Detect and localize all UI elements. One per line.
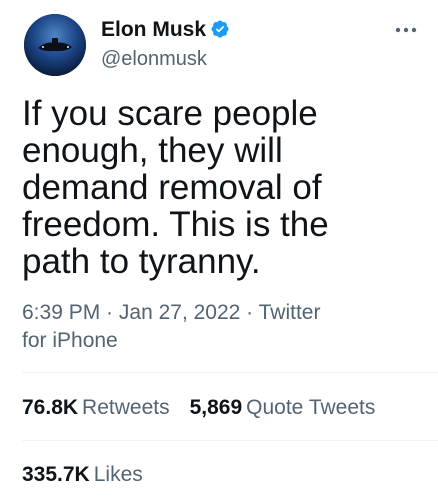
avatar-image [24,14,86,76]
tweet-text-line: enough, they will [22,131,283,170]
tweet-metadata: 6:39 PM · Jan 27, 2022 · Twitter for iPh… [22,299,320,355]
retweets-stat[interactable]: 76.8K Retweets [22,395,170,421]
timestamp-row[interactable]: 6:39 PM · Jan 27, 2022 · Twitter [22,299,320,327]
tweet-card: Elon Musk @elonmusk If you scare people … [0,0,438,500]
tweet-source-continued[interactable]: for iPhone [22,327,320,355]
tweet-text-line: If you scare people [22,94,318,133]
quote-tweets-label: Quote Tweets [246,396,376,419]
more-options-button[interactable] [391,22,421,38]
tweet-date[interactable]: Jan 27, 2022 [119,301,240,324]
likes-count: 335.7K [22,463,90,486]
author-name-row[interactable]: Elon Musk [101,17,230,46]
engagement-stats-row: 76.8K Retweets 5,869 Quote Tweets [22,395,375,421]
likes-stats-row: 335.7K Likes [22,462,143,488]
verified-badge-icon [210,19,230,46]
author-handle[interactable]: @elonmusk [101,47,207,71]
tweet-text-line: freedom. This is the [22,205,329,244]
retweets-label: Retweets [82,396,170,419]
quote-tweets-count: 5,869 [189,396,243,419]
likes-stat[interactable]: 335.7K Likes [22,462,143,488]
author-name[interactable]: Elon Musk [101,18,206,41]
quote-tweets-stat[interactable]: 5,869 Quote Tweets [190,395,376,421]
avatar[interactable] [24,14,86,76]
tweet-text-line: path to tyranny. [22,242,261,281]
tweet-text: If you scare people enough, they will de… [22,95,422,280]
likes-label: Likes [93,463,143,486]
divider [22,440,438,441]
retweets-count: 76.8K [22,396,79,419]
divider [22,372,438,373]
more-options-icon [395,27,417,33]
tweet-text-line: demand removal of [22,168,322,207]
tweet-source[interactable]: Twitter [259,301,321,324]
tweet-time[interactable]: 6:39 PM [22,301,100,324]
